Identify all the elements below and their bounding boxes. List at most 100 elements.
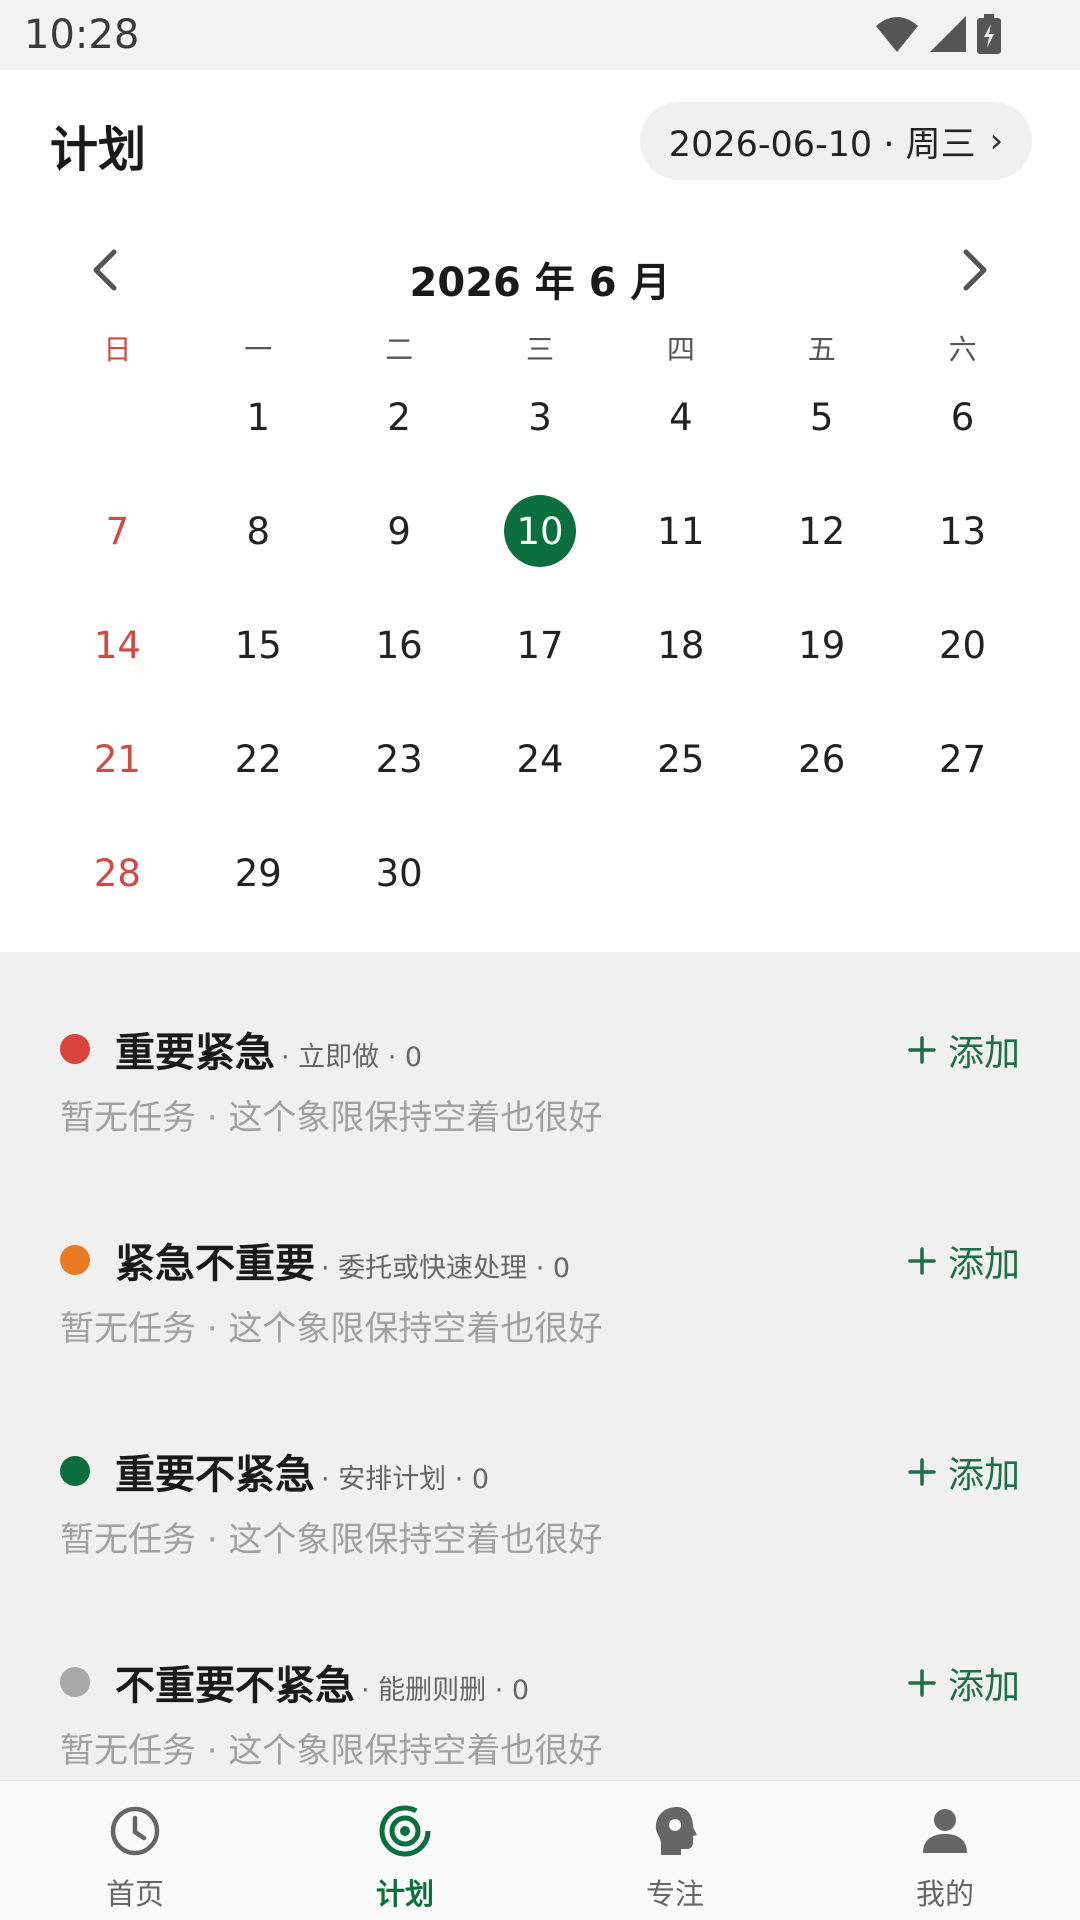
day-number: 1 xyxy=(246,395,271,439)
empty-day-cell xyxy=(47,360,188,474)
quadrant-title: 不重要不紧急 · 能删则删 · 0 xyxy=(115,1653,529,1711)
date-selector-button[interactable]: 2026-06-10 · 周三 › xyxy=(640,102,1032,180)
day-grid: 1 2 3 4 5 6 7 8 9 10 11 12 13 14 15 16 17 18 19 20 21 22 23 24 2… xyxy=(47,360,1033,930)
day-number: 21 xyxy=(93,737,141,781)
empty-state-text: 暂无任务 · 这个象限保持空着也很好 xyxy=(60,1520,603,1560)
day-number: 4 xyxy=(669,395,693,439)
calendar-day[interactable]: 29 xyxy=(188,816,329,930)
add-task-button[interactable]: 添加 xyxy=(908,1235,1020,1287)
calendar-day[interactable]: 9 xyxy=(329,474,470,588)
day-number: 22 xyxy=(234,737,282,781)
quadrant-color-dot xyxy=(60,1667,90,1697)
priority-quadrants: 重要紧急 · 立即做 · 0 添加 暂无任务 · 这个象限保持空着也很好 紧急不重要 · … xyxy=(0,952,1080,1780)
quadrant-subtitle: · 委托或快速处理 · 0 xyxy=(321,1253,571,1284)
quadrant-title: 重要紧急 · 立即做 · 0 xyxy=(115,1020,422,1078)
day-number: 15 xyxy=(234,623,282,667)
calendar-day[interactable]: 14 xyxy=(47,588,188,702)
day-number: 29 xyxy=(234,851,282,895)
calendar-day[interactable]: 8 xyxy=(188,474,329,588)
calendar-day[interactable]: 1 xyxy=(188,360,329,474)
status-time: 10:28 xyxy=(24,12,140,58)
quadrant-color-dot xyxy=(60,1456,90,1486)
calendar-day[interactable]: 4 xyxy=(610,360,751,474)
calendar-day[interactable]: 25 xyxy=(610,702,751,816)
chevron-right-icon xyxy=(963,249,987,291)
nav-item[interactable]: 首页 xyxy=(0,1781,270,1920)
calendar-day[interactable]: 28 xyxy=(47,816,188,930)
quadrant-section: 紧急不重要 · 委托或快速处理 · 0 添加暂无任务 · 这个象限保持空着也很好 xyxy=(0,1203,1080,1403)
add-task-button[interactable]: 添加 xyxy=(908,1024,1020,1076)
nav-label: 专注 xyxy=(645,1877,704,1911)
calendar-day[interactable]: 6 xyxy=(892,360,1033,474)
status-bar: 10:28 xyxy=(0,0,1080,70)
cellular-signal-icon xyxy=(930,16,966,52)
person-icon xyxy=(923,1809,967,1853)
quadrant-name: 紧急不重要 xyxy=(115,1241,315,1287)
nav-label: 首页 xyxy=(105,1877,164,1911)
calendar-day[interactable]: 19 xyxy=(751,588,892,702)
calendar-day[interactable]: 27 xyxy=(892,702,1033,816)
empty-state-text: 暂无任务 · 这个象限保持空着也很好 xyxy=(60,1731,603,1771)
calendar-day[interactable]: 18 xyxy=(610,588,751,702)
calendar-day[interactable]: 5 xyxy=(751,360,892,474)
day-number: 12 xyxy=(798,509,846,553)
day-number: 27 xyxy=(939,737,987,781)
nav-label: 计划 xyxy=(375,1877,434,1911)
quadrant-title: 紧急不重要 · 委托或快速处理 · 0 xyxy=(115,1231,570,1289)
calendar-day[interactable]: 2 xyxy=(329,360,470,474)
add-task-label: 添加 xyxy=(947,1666,1020,1707)
calendar-day[interactable]: 22 xyxy=(188,702,329,816)
quadrant-color-dot xyxy=(60,1034,90,1064)
add-task-button[interactable]: 添加 xyxy=(908,1657,1020,1709)
quadrant-name: 不重要不紧急 xyxy=(115,1663,355,1709)
nav-item[interactable]: 计划 xyxy=(270,1781,540,1920)
quadrant-name: 重要紧急 xyxy=(115,1030,275,1076)
calendar-day[interactable]: 24 xyxy=(470,702,611,816)
calendar-day[interactable]: 17 xyxy=(470,588,611,702)
day-number: 18 xyxy=(657,623,705,667)
plus-icon xyxy=(908,1036,936,1064)
day-number: 2 xyxy=(387,395,411,439)
nav-item[interactable]: 专注 xyxy=(540,1781,810,1920)
empty-state-text: 暂无任务 · 这个象限保持空着也很好 xyxy=(60,1098,603,1138)
calendar-day[interactable]: 16 xyxy=(329,588,470,702)
calendar-day[interactable]: 13 xyxy=(892,474,1033,588)
nav-label: 我的 xyxy=(915,1877,974,1911)
quadrant-section: 重要紧急 · 立即做 · 0 添加暂无任务 · 这个象限保持空着也很好 xyxy=(0,992,1080,1192)
day-number: 26 xyxy=(798,737,846,781)
brain-head-icon xyxy=(655,1807,697,1855)
next-month-button[interactable] xyxy=(950,240,1000,300)
calendar-day[interactable]: 11 xyxy=(610,474,751,588)
calendar-day[interactable]: 26 xyxy=(751,702,892,816)
quadrant-subtitle: · 安排计划 · 0 xyxy=(321,1464,490,1495)
calendar-day[interactable]: 15 xyxy=(188,588,329,702)
calendar-day[interactable]: 20 xyxy=(892,588,1033,702)
plus-icon xyxy=(908,1458,936,1486)
empty-state-text: 暂无任务 · 这个象限保持空着也很好 xyxy=(60,1309,603,1349)
month-calendar: 2026 年 6 月 日一二三四五六 1 2 3 4 5 6 7 8 9 10 11 12 13 14 15… xyxy=(0,210,1080,952)
calendar-day[interactable]: 30 xyxy=(329,816,470,930)
day-number: 30 xyxy=(375,851,423,895)
plus-icon xyxy=(908,1247,936,1275)
calendar-day[interactable]: 12 xyxy=(751,474,892,588)
calendar-day[interactable]: 7 xyxy=(47,474,188,588)
day-number: 5 xyxy=(809,395,834,439)
day-number: 3 xyxy=(528,395,552,439)
chevron-right-icon: › xyxy=(989,121,1004,161)
day-number: 25 xyxy=(657,737,705,781)
status-icons xyxy=(874,14,1002,54)
add-task-label: 添加 xyxy=(947,1244,1020,1285)
quadrant-title: 重要不紧急 · 安排计划 · 0 xyxy=(115,1442,489,1500)
calendar-day-selected[interactable]: 10 xyxy=(470,474,611,588)
add-task-label: 添加 xyxy=(947,1033,1020,1074)
quadrant-name: 重要不紧急 xyxy=(115,1452,315,1498)
day-number: 16 xyxy=(375,623,423,667)
calendar-day[interactable]: 3 xyxy=(470,360,611,474)
add-task-button[interactable]: 添加 xyxy=(908,1446,1020,1498)
calendar-day[interactable]: 23 xyxy=(329,702,470,816)
day-number: 19 xyxy=(798,623,846,667)
calendar-day[interactable]: 21 xyxy=(47,702,188,816)
quadrant-color-dot xyxy=(60,1245,90,1275)
nav-item[interactable]: 我的 xyxy=(810,1781,1080,1920)
day-number: 8 xyxy=(246,509,271,553)
